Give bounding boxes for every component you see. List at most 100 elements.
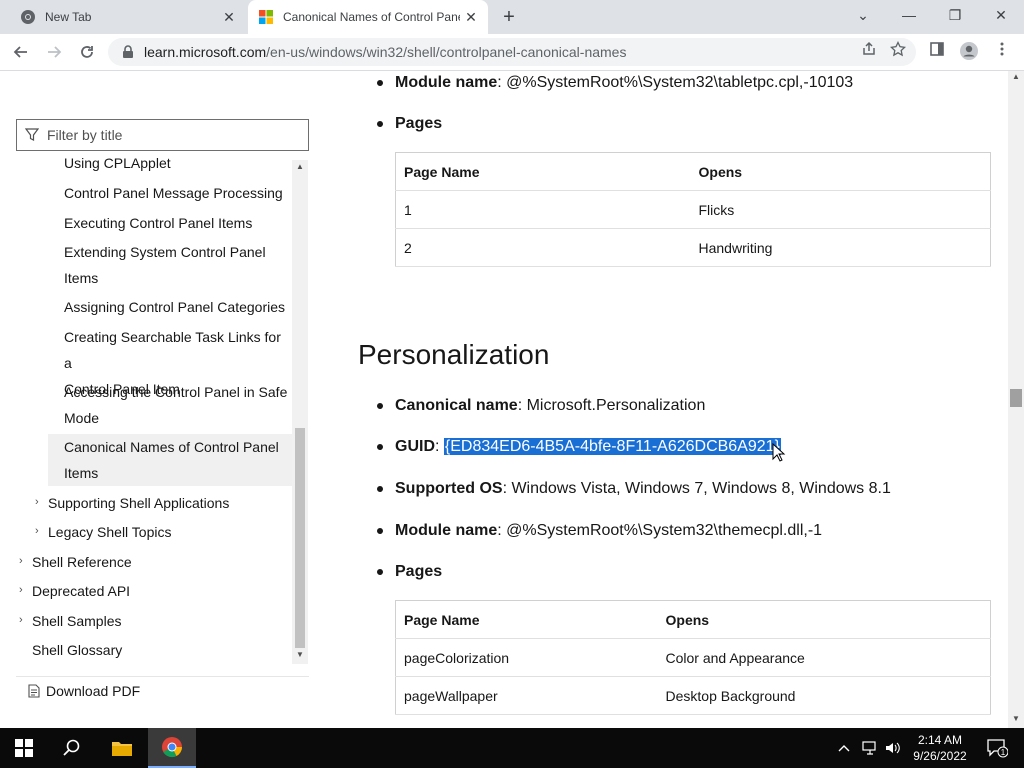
toc-item-assigning-categories[interactable]: Assigning Control Panel Categories <box>64 294 285 320</box>
toc-item-shell-glossary[interactable]: Shell Glossary <box>32 637 122 663</box>
table-cell: Flicks <box>690 190 991 229</box>
menu-kebab-icon[interactable] <box>991 41 1013 63</box>
reload-icon[interactable] <box>75 40 99 64</box>
close-tab-icon[interactable]: ✕ <box>460 9 482 26</box>
close-window-button[interactable]: ✕ <box>978 0 1024 32</box>
bullet-dot <box>377 569 383 575</box>
mouse-cursor-icon <box>772 443 786 462</box>
list-item-canonical-name: Canonical name: Microsoft.Personalizatio… <box>340 394 705 418</box>
microsoft-logo-icon <box>259 10 273 24</box>
chevron-up-icon[interactable] <box>838 728 856 768</box>
url-path: /en-us/windows/win32/shell/controlpanel-… <box>266 44 627 60</box>
list-item-guid: GUID: {ED834ED6-4B5A-4bfe-8F11-A626DCB6A… <box>340 435 781 459</box>
notification-center-icon[interactable]: 1 <box>982 728 1012 768</box>
table-header-row: Page Name Opens <box>395 152 991 191</box>
table-cell: Color and Appearance <box>657 638 991 677</box>
toc-item-legacy-shell-topics[interactable]: Legacy Shell Topics <box>48 519 171 545</box>
toc-item-canonical-names[interactable]: Canonical Names of Control Panel Items <box>48 434 292 486</box>
toc-item-executing-items[interactable]: Executing Control Panel Items <box>64 210 252 236</box>
table-header-row: Page Name Opens <box>395 600 991 639</box>
tab-title: New Tab <box>45 10 92 24</box>
bullet-dot <box>377 403 383 409</box>
filter-placeholder: Filter by title <box>47 127 123 143</box>
clock-time: 2:14 AM <box>917 733 963 747</box>
list-item-supported-os: Supported OS: Windows Vista, Windows 7, … <box>340 477 891 501</box>
pages-table-personalization: Page Name Opens pageColorization Color a… <box>395 600 991 715</box>
url-host: learn.microsoft.com <box>144 44 267 60</box>
tab-canonical-names[interactable]: Canonical Names of Control Panel Items ✕ <box>248 0 488 34</box>
bullet-dot <box>377 80 383 86</box>
table-of-contents: Using CPLApplet Control Panel Message Pr… <box>0 152 292 664</box>
folder-icon <box>112 742 132 756</box>
scroll-up-icon[interactable]: ▲ <box>292 162 308 171</box>
list-item-pages-prev: Pages <box>340 112 442 136</box>
new-tab-button[interactable]: + <box>497 5 521 29</box>
forward-icon[interactable] <box>42 40 66 64</box>
list-item-module-name-prev: Module name: @%SystemRoot%\System32\tabl… <box>340 71 853 95</box>
address-bar[interactable]: learn.microsoft.com/en-us/windows/win32/… <box>108 38 916 66</box>
profile-avatar-icon[interactable] <box>958 41 980 63</box>
search-button[interactable] <box>48 728 96 768</box>
chevron-right-icon: › <box>19 614 23 626</box>
table-cell: pageColorization <box>395 638 658 677</box>
table-cell: 1 <box>395 190 691 229</box>
filter-by-title-input[interactable]: Filter by title <box>16 119 309 151</box>
table-cell: Handwriting <box>690 228 991 267</box>
toc-scrollbar[interactable]: ▲ ▼ <box>292 160 308 664</box>
section-heading-personalization: Personalization <box>358 339 550 370</box>
clock-date: 9/26/2022 <box>913 749 967 763</box>
browser-toolbar: learn.microsoft.com/en-us/windows/win32/… <box>0 34 1024 71</box>
chrome-icon <box>21 10 35 24</box>
chrome-icon <box>162 737 183 758</box>
chrome-taskbar-button[interactable] <box>148 728 196 768</box>
toc-item-message-processing[interactable]: Control Panel Message Processing <box>64 180 283 206</box>
system-clock[interactable]: 2:14 AM 9/26/2022 <box>900 732 980 764</box>
table-header-cell: Page Name <box>395 600 658 639</box>
table-header-cell: Opens <box>690 152 991 191</box>
toc-scrollbar-thumb[interactable] <box>295 428 305 648</box>
minimize-button[interactable]: — <box>886 0 932 32</box>
toc-item-supporting-shell-apps[interactable]: Supporting Shell Applications <box>48 490 229 516</box>
chevron-right-icon: › <box>19 584 23 596</box>
toc-item-shell-reference[interactable]: Shell Reference <box>32 549 132 575</box>
bookmark-star-icon[interactable] <box>887 40 909 63</box>
table-cell: Desktop Background <box>657 676 991 715</box>
chevron-right-icon: › <box>35 525 39 537</box>
toc-item-extending-system[interactable]: Extending System Control Panel Items <box>64 239 266 291</box>
close-tab-icon[interactable]: ✕ <box>218 9 240 26</box>
toc-item-deprecated-api[interactable]: Deprecated API <box>32 578 130 604</box>
side-panel-icon[interactable] <box>926 41 948 63</box>
lock-icon <box>123 45 133 58</box>
scroll-up-icon[interactable]: ▲ <box>1008 72 1024 81</box>
table-row: 2 Handwriting <box>395 228 991 267</box>
network-icon[interactable] <box>862 728 880 768</box>
download-pdf-label: Download PDF <box>46 682 141 699</box>
back-icon[interactable] <box>9 40 33 64</box>
page-scrollbar-thumb[interactable] <box>1010 389 1022 407</box>
guid-selected-text[interactable]: {ED834ED6-4B5A-4bfe-8F11-A626DCB6A921} <box>443 438 781 455</box>
table-header-cell: Page Name <box>395 152 691 191</box>
tab-search-icon[interactable]: ⌄ <box>840 0 886 32</box>
bullet-dot <box>377 444 383 450</box>
file-explorer-button[interactable] <box>98 728 146 768</box>
page-scrollbar[interactable]: ▲ ▼ <box>1008 71 1024 728</box>
list-item-pages: Pages <box>340 560 442 584</box>
tab-strip: New Tab ✕ Canonical Names of Control Pan… <box>0 0 1024 34</box>
maximize-button[interactable]: ❐ <box>932 0 978 32</box>
scroll-down-icon[interactable]: ▼ <box>1008 714 1024 723</box>
start-button[interactable] <box>0 728 48 768</box>
toc-item-using-cplapplet[interactable]: Using CPLApplet <box>64 152 171 176</box>
tab-new-tab[interactable]: New Tab ✕ <box>8 0 246 34</box>
bullet-dot <box>377 121 383 127</box>
tab-title: Canonical Names of Control Panel Items <box>283 10 460 24</box>
table-row: pageWallpaper Desktop Background <box>395 676 991 715</box>
table-row: 1 Flicks <box>395 190 991 229</box>
download-pdf-link[interactable]: Download PDF <box>16 676 309 704</box>
toc-item-shell-samples[interactable]: Shell Samples <box>32 608 122 634</box>
table-cell: pageWallpaper <box>395 676 658 715</box>
windows-taskbar: 2:14 AM 9/26/2022 1 <box>0 728 1024 768</box>
share-icon[interactable] <box>858 41 880 63</box>
scroll-down-icon[interactable]: ▼ <box>292 650 308 659</box>
bullet-dot <box>377 486 383 492</box>
toc-item-safe-mode[interactable]: Accessing the Control Panel in Safe Mode <box>64 379 287 431</box>
